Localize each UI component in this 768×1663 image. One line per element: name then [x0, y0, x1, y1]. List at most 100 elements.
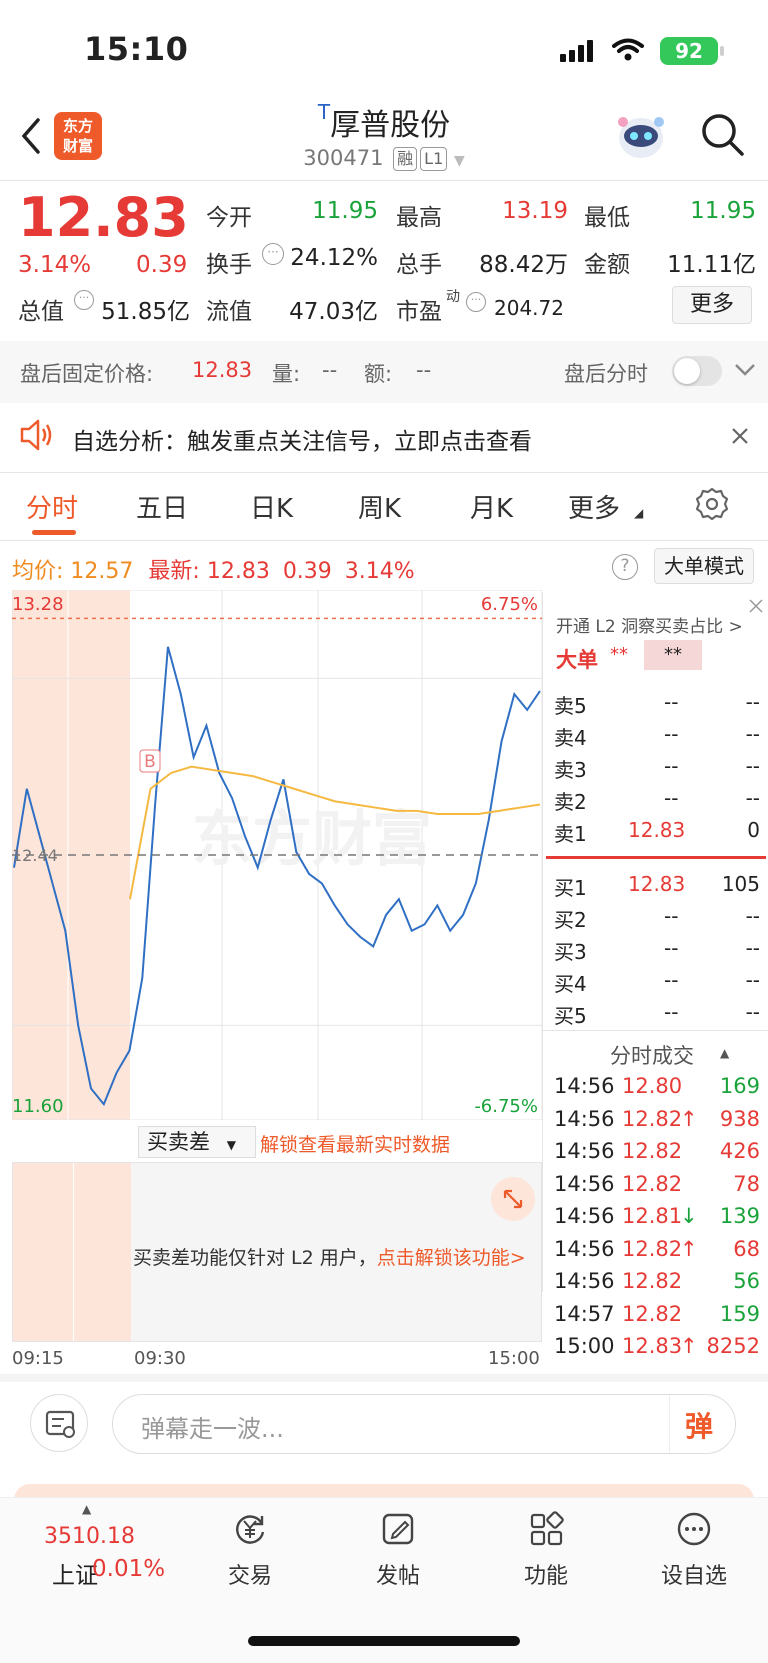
- trade-time: 14:56: [554, 1269, 615, 1293]
- sell-label: 卖3: [554, 758, 587, 782]
- chevron-down-icon: ▼: [226, 1138, 236, 1152]
- trade-row: 14:56 12.82 78: [554, 1172, 760, 1202]
- buy-vol: --: [745, 1000, 760, 1024]
- info-dots-icon[interactable]: ···: [466, 292, 486, 312]
- buy-row: 买5 -- --: [554, 1000, 760, 1028]
- trade-time: 15:00: [554, 1334, 615, 1358]
- level-tag: L1: [420, 147, 448, 171]
- last-label: 最新:: [148, 559, 200, 584]
- buy-vol: --: [745, 968, 760, 992]
- tabs-divider: [0, 540, 768, 541]
- sell-label: 卖4: [554, 726, 587, 750]
- trade-row: 15:00 12.83 ↑ 8252: [554, 1334, 760, 1364]
- sort-up-icon[interactable]: ▲: [720, 1046, 729, 1060]
- trade-direction-icon: ↑: [680, 1106, 698, 1131]
- t-tag: T: [317, 100, 331, 124]
- sell-price: --: [664, 690, 679, 714]
- buy-vol: 105: [721, 872, 760, 896]
- l2-unlock-link[interactable]: 点击解锁该功能>: [377, 1247, 526, 1269]
- pct-top-label: 6.75%: [481, 594, 538, 615]
- sell-label: 卖2: [554, 790, 587, 814]
- info-dots-icon[interactable]: ···: [262, 243, 284, 265]
- trade-volume: 78: [733, 1171, 760, 1196]
- gear-icon[interactable]: [694, 486, 730, 522]
- open-label: 今开: [206, 205, 252, 231]
- danmaku-send-button[interactable]: 弹: [685, 1405, 713, 1445]
- sell-row: 卖4 -- --: [554, 722, 760, 750]
- sub-indicator-selector[interactable]: 买卖差 ▼: [138, 1126, 256, 1158]
- nav-post[interactable]: 发帖: [348, 1510, 448, 1590]
- danmaku-settings-button[interactable]: [30, 1394, 88, 1452]
- trade-volume: 169: [719, 1074, 760, 1098]
- avg-label: 均价:: [12, 559, 64, 584]
- tab-more[interactable]: 更多: [568, 488, 620, 525]
- banner-text[interactable]: 自选分析：触发重点关注信号，立即点击查看: [72, 422, 532, 456]
- index-pct[interactable]: 0.01%: [92, 1556, 165, 1582]
- after-hours-amt-label: 额:: [364, 362, 393, 386]
- unlock-data-link[interactable]: 解锁查看最新实时数据: [260, 1130, 450, 1157]
- trade-price: 12.81: [622, 1204, 683, 1228]
- trade-time: 14:56: [554, 1204, 615, 1228]
- l2-notice-text: 买卖差功能仅针对 L2 用户，: [133, 1247, 377, 1269]
- trade-row: 14:56 12.80 169: [554, 1074, 760, 1104]
- trade-price: 12.82: [622, 1106, 683, 1131]
- index-value[interactable]: 3510.18: [44, 1524, 135, 1549]
- comment-input[interactable]: 弹幕走一波... 弹: [112, 1394, 736, 1454]
- more-button[interactable]: 更多: [672, 286, 752, 324]
- sell-vol: --: [745, 690, 760, 714]
- signal-icon: [560, 40, 593, 62]
- turnover-value: 24.12%: [290, 245, 378, 271]
- trade-time: 14:56: [554, 1139, 615, 1163]
- robot-assistant-icon[interactable]: [614, 110, 668, 162]
- nav-trade[interactable]: 交易: [200, 1510, 300, 1590]
- l2-notice: 买卖差功能仅针对 L2 用户，点击解锁该功能>: [133, 1243, 526, 1270]
- trade-price: 12.82: [622, 1269, 683, 1293]
- chevron-down-icon: ▼: [453, 153, 465, 169]
- yen-refresh-icon: [236, 1515, 265, 1544]
- buy-row: 买4 -- --: [554, 968, 760, 996]
- change-value: 0.39: [136, 252, 188, 278]
- after-hours-toggle[interactable]: [672, 356, 722, 386]
- sell-vol: 0: [747, 818, 760, 842]
- l2-promo[interactable]: 开通 L2 洞察买卖占比 >: [556, 612, 743, 637]
- amount-label: 金额: [584, 252, 630, 278]
- tab-monthly-k[interactable]: 月K: [470, 488, 513, 525]
- close-icon[interactable]: [730, 426, 750, 446]
- sell-price: --: [664, 786, 679, 810]
- trades-divider: [542, 1030, 768, 1031]
- comment-placeholder: 弹幕走一波...: [141, 1415, 284, 1443]
- big-order-bar: **: [644, 640, 702, 670]
- trade-volume: 139: [719, 1204, 760, 1228]
- sell-vol: --: [745, 786, 760, 810]
- tab-daily-k[interactable]: 日K: [250, 488, 293, 525]
- big-order-mode-button[interactable]: 大单模式: [654, 548, 754, 584]
- help-icon[interactable]: ?: [612, 554, 638, 580]
- trades-title[interactable]: 分时成交: [610, 1040, 694, 1070]
- trade-volume: 56: [733, 1269, 760, 1293]
- search-icon[interactable]: [700, 112, 746, 158]
- after-hours-intraday-label: 盘后分时: [564, 362, 648, 386]
- chevron-down-icon[interactable]: [734, 362, 756, 378]
- trade-row: 14:57 12.82 159: [554, 1302, 760, 1332]
- after-hours-price: 12.83: [192, 358, 253, 382]
- y-top-label: 13.28: [12, 594, 64, 615]
- trade-time: 14:56: [554, 1106, 615, 1131]
- intraday-chart[interactable]: 东方财富 B 13.28 11.60 6.75% -6.75% 12.44: [12, 590, 542, 1120]
- info-dots-icon[interactable]: ···: [74, 290, 94, 310]
- close-icon[interactable]: [748, 598, 764, 614]
- nav-functions[interactable]: 功能: [496, 1510, 596, 1590]
- expand-button[interactable]: [491, 1177, 535, 1221]
- trade-price: 12.82: [622, 1139, 683, 1163]
- mktcap-label: 总值: [18, 299, 64, 325]
- status-bar: 15:10 92: [0, 0, 768, 100]
- big-order-masked: **: [610, 644, 628, 665]
- grid-icon: [530, 1511, 564, 1546]
- buy-row: 买2 -- --: [554, 904, 760, 932]
- trade-direction-icon: ↑: [680, 1334, 698, 1358]
- tab-5day[interactable]: 五日: [136, 488, 188, 525]
- nav-add-watchlist[interactable]: 设自选: [644, 1510, 744, 1590]
- buy-label: 买3: [554, 940, 587, 964]
- tab-intraday[interactable]: 分时: [26, 488, 78, 525]
- pe-value: 204.72: [494, 296, 564, 320]
- tab-weekly-k[interactable]: 周K: [358, 488, 401, 525]
